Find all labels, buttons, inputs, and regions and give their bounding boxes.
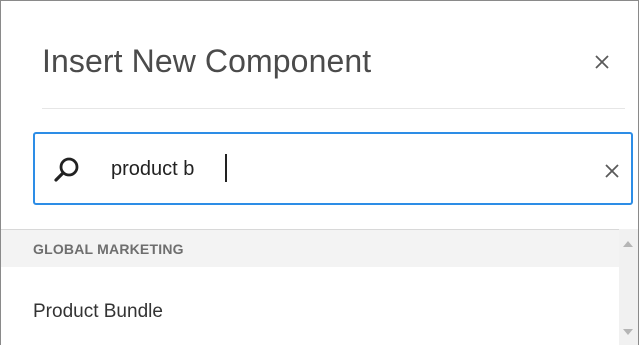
insert-component-dialog: Insert New Component GLOBAL MARKETING Pr… xyxy=(0,0,639,345)
scroll-down-arrow-icon[interactable] xyxy=(623,329,633,335)
group-header: GLOBAL MARKETING xyxy=(1,229,619,267)
close-icon xyxy=(595,55,609,69)
group-label: GLOBAL MARKETING xyxy=(33,241,184,257)
search-input[interactable] xyxy=(111,152,551,186)
list-item-product-bundle[interactable]: Product Bundle xyxy=(1,267,619,345)
close-button[interactable] xyxy=(590,50,614,74)
scroll-up-arrow-icon[interactable] xyxy=(623,241,633,247)
search-icon xyxy=(54,157,79,182)
results-list: GLOBAL MARKETING Product Bundle xyxy=(1,229,638,345)
dialog-header: Insert New Component xyxy=(42,37,625,109)
clear-icon xyxy=(605,164,619,178)
search-field[interactable] xyxy=(33,132,633,205)
list-item-label: Product Bundle xyxy=(33,301,163,322)
clear-search-button[interactable] xyxy=(603,162,621,180)
scrollbar[interactable] xyxy=(619,229,638,345)
dialog-title: Insert New Component xyxy=(42,43,372,79)
text-caret xyxy=(225,154,227,182)
